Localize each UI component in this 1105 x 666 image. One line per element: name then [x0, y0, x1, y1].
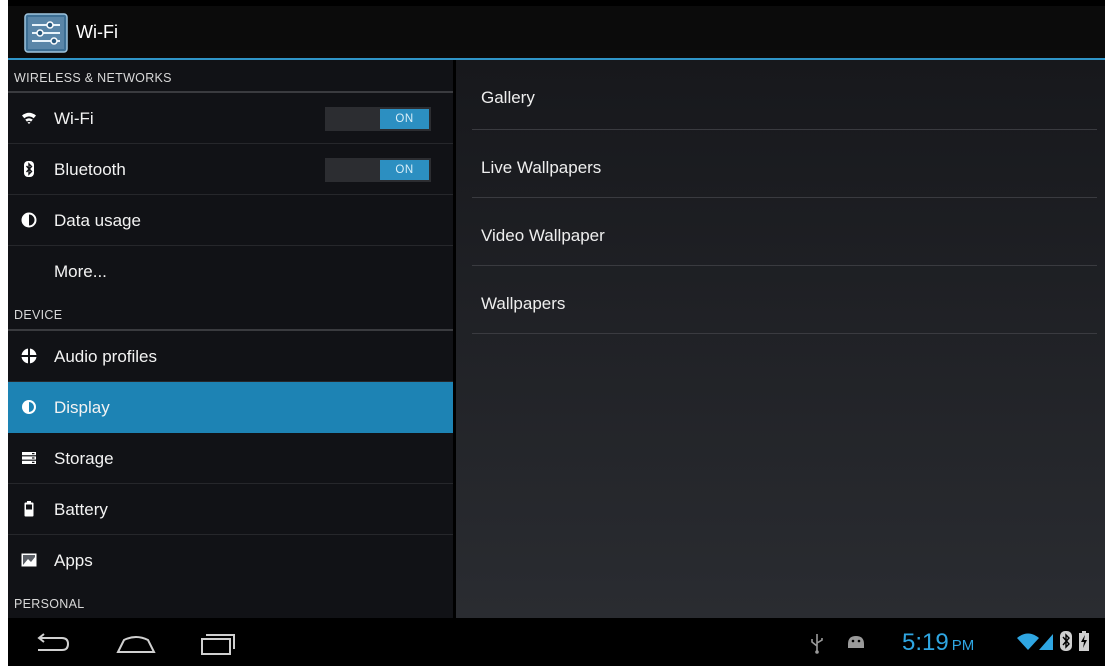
settings-sliders-icon[interactable]	[24, 13, 68, 53]
settings-item-display[interactable]: Display	[8, 382, 453, 433]
battery-icon	[24, 501, 34, 517]
wifi-toggle[interactable]: ON	[325, 107, 431, 131]
settings-item-label: Apps	[54, 551, 93, 570]
section-header-personal: PERSONAL	[8, 586, 453, 618]
clock-ampm: PM	[951, 637, 975, 654]
section-header-device: DEVICE	[8, 297, 453, 331]
display-icon	[22, 400, 36, 414]
settings-list: WIRELESS & NETWORKS Wi-Fi ON Bluetooth O…	[8, 60, 453, 618]
audio-profiles-icon	[21, 348, 37, 364]
display-detail-pane: Gallery Live Wallpapers Video Wallpaper …	[456, 60, 1105, 618]
system-navigation-bar: 5:19 PM	[8, 618, 1105, 666]
settings-item-label: Battery	[54, 500, 108, 519]
wallpaper-source-wallpapers[interactable]: Wallpapers	[472, 266, 1097, 334]
section-header-wireless: WIRELESS & NETWORKS	[8, 60, 453, 93]
wallpaper-source-label: Wallpapers	[481, 294, 566, 313]
settings-item-label: Display	[54, 398, 110, 417]
wifi-icon	[22, 112, 36, 124]
clock-time: 5:19	[902, 629, 949, 656]
status-clock: 5:19 PM	[902, 629, 974, 657]
bluetooth-icon	[24, 161, 34, 177]
settings-item-label: Data usage	[54, 211, 141, 230]
android-tablet-screen: Wi-Fi WIRELESS & NETWORKS Wi-Fi ON Bluet…	[8, 0, 1105, 666]
wallpaper-source-label: Video Wallpaper	[481, 226, 605, 245]
settings-item-label: Bluetooth	[54, 160, 126, 179]
wifi-signal-icon	[1017, 633, 1039, 650]
bluetooth-icon	[1060, 631, 1072, 651]
apps-icon	[21, 553, 37, 567]
wallpaper-source-video-wallpaper[interactable]: Video Wallpaper	[472, 198, 1097, 266]
storage-icon	[22, 452, 36, 464]
wallpaper-source-gallery[interactable]: Gallery	[472, 60, 1097, 130]
android-debug-icon	[848, 636, 864, 648]
recent-apps-icon[interactable]	[194, 628, 242, 658]
back-icon[interactable]	[28, 628, 76, 658]
wallpaper-source-live-wallpapers[interactable]: Live Wallpapers	[472, 130, 1097, 198]
settings-item-bluetooth[interactable]: Bluetooth ON	[8, 144, 453, 195]
bluetooth-toggle[interactable]: ON	[325, 158, 431, 182]
battery-charging-icon	[1079, 631, 1089, 651]
toggle-state: ON	[380, 160, 429, 180]
settings-item-battery[interactable]: Battery	[8, 484, 453, 535]
settings-item-storage[interactable]: Storage	[8, 433, 453, 484]
settings-item-more[interactable]: More...	[8, 246, 453, 297]
wallpaper-source-label: Live Wallpapers	[481, 158, 602, 177]
settings-item-label: Audio profiles	[54, 347, 158, 366]
settings-item-label: Storage	[54, 449, 114, 468]
data-usage-icon	[21, 212, 37, 228]
settings-item-wifi[interactable]: Wi-Fi ON	[8, 93, 453, 144]
settings-item-apps[interactable]: Apps	[8, 535, 453, 586]
settings-item-audio-profiles[interactable]: Audio profiles	[8, 331, 453, 382]
settings-item-data-usage[interactable]: Data usage	[8, 195, 453, 246]
settings-item-label: More...	[54, 262, 107, 281]
wallpaper-source-label: Gallery	[481, 88, 535, 107]
cell-signal-icon	[1039, 634, 1053, 650]
toggle-state: ON	[380, 109, 429, 129]
action-bar-title: Wi-Fi	[76, 22, 118, 42]
usb-icon	[811, 634, 823, 654]
home-icon[interactable]	[112, 628, 160, 658]
settings-item-label: Wi-Fi	[54, 109, 94, 128]
action-bar: Wi-Fi	[8, 6, 1105, 60]
